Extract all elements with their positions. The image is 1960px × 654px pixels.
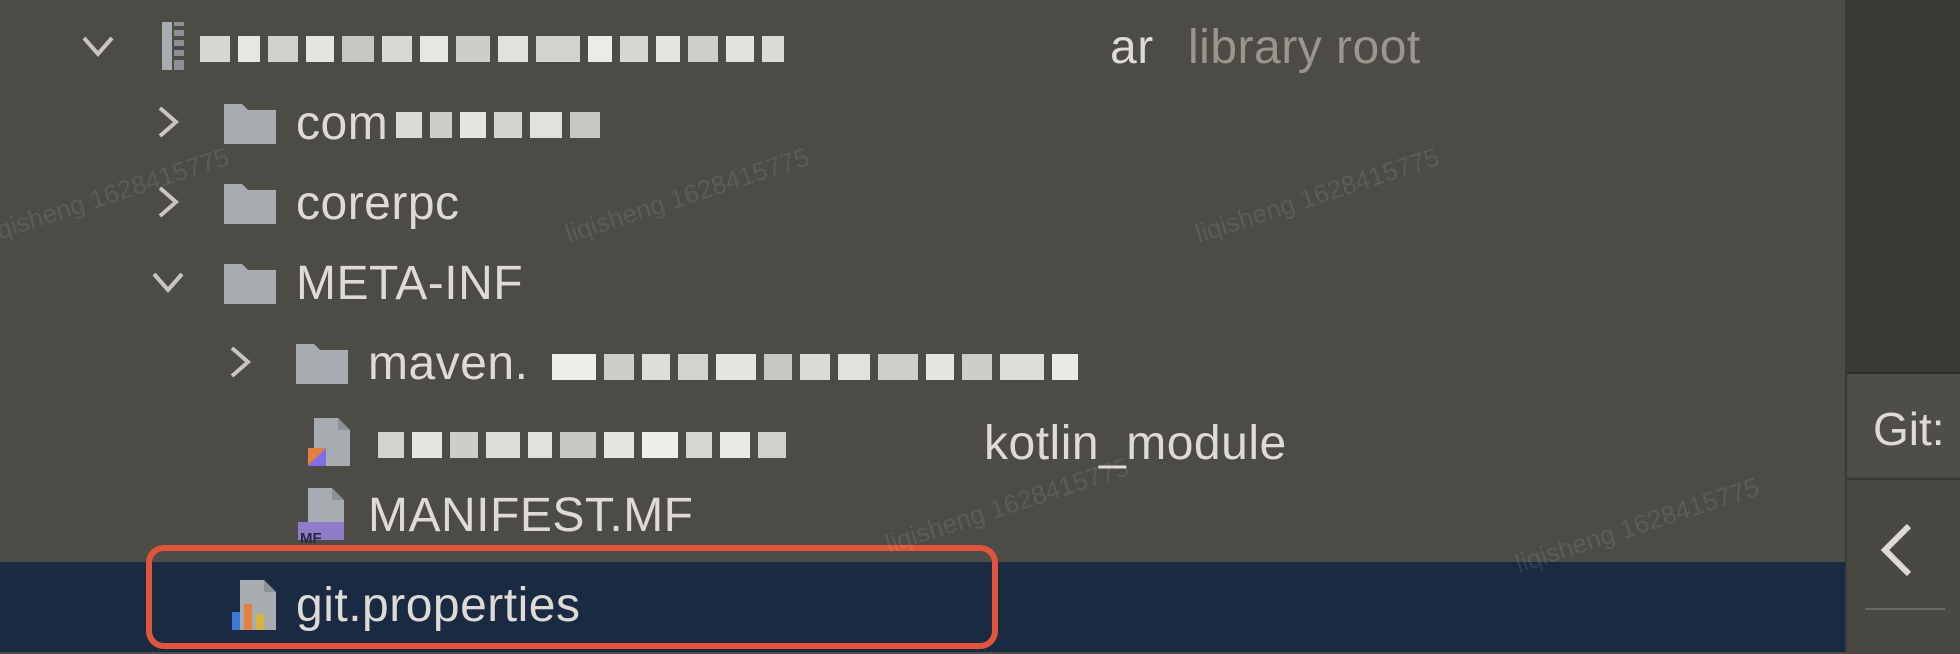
right-panel-bottom xyxy=(1847,478,1960,654)
chevron-down-icon[interactable] xyxy=(80,28,116,64)
redacted-jar-name xyxy=(200,36,792,62)
folder-icon xyxy=(296,344,348,384)
chevron-right-icon[interactable] xyxy=(222,344,258,380)
right-panel-top xyxy=(1847,0,1960,372)
redacted-module-name xyxy=(378,432,794,458)
tree-item-corerpc[interactable]: corerpc xyxy=(0,164,1845,240)
tree-item-label: corerpc xyxy=(296,177,460,230)
folder-icon xyxy=(224,104,276,144)
tree-root-row[interactable]: ar library root xyxy=(0,8,1845,84)
tree-item-label: maven. xyxy=(368,337,529,390)
kotlin-file-icon xyxy=(308,418,350,466)
tree-item-meta-inf[interactable]: META-INF xyxy=(0,244,1845,320)
tree-item-com[interactable]: com xyxy=(0,84,1845,160)
chevron-down-icon[interactable] xyxy=(150,264,186,300)
tree-item-label: kotlin_module xyxy=(984,417,1287,470)
tree-item-label: com xyxy=(296,97,389,150)
tree-item-label: META-INF xyxy=(296,257,524,310)
git-label: Git: xyxy=(1873,403,1945,455)
git-panel-header[interactable]: Git: xyxy=(1847,372,1960,480)
chevron-right-icon[interactable] xyxy=(150,104,186,140)
tree-item-kotlin-module[interactable]: kotlin_module xyxy=(0,404,1845,480)
chevron-right-icon[interactable] xyxy=(150,184,186,220)
tree-item-manifest[interactable]: MF MANIFEST.MF xyxy=(0,476,1845,552)
root-name-tail: ar xyxy=(1110,21,1154,74)
chevron-left-icon[interactable] xyxy=(1877,520,1917,580)
separator-line xyxy=(1865,608,1945,610)
tree-item-label: MANIFEST.MF xyxy=(368,489,694,542)
project-tree: ar library root com corerpc META-INF mav… xyxy=(0,0,1845,652)
redacted-maven-path xyxy=(552,354,1086,380)
tree-item-maven[interactable]: maven. xyxy=(0,324,1845,400)
library-root-label: library root xyxy=(1188,21,1421,74)
redacted-package-name xyxy=(396,112,608,138)
folder-icon xyxy=(224,264,276,304)
highlight-outline xyxy=(146,545,998,649)
folder-icon xyxy=(224,184,276,224)
